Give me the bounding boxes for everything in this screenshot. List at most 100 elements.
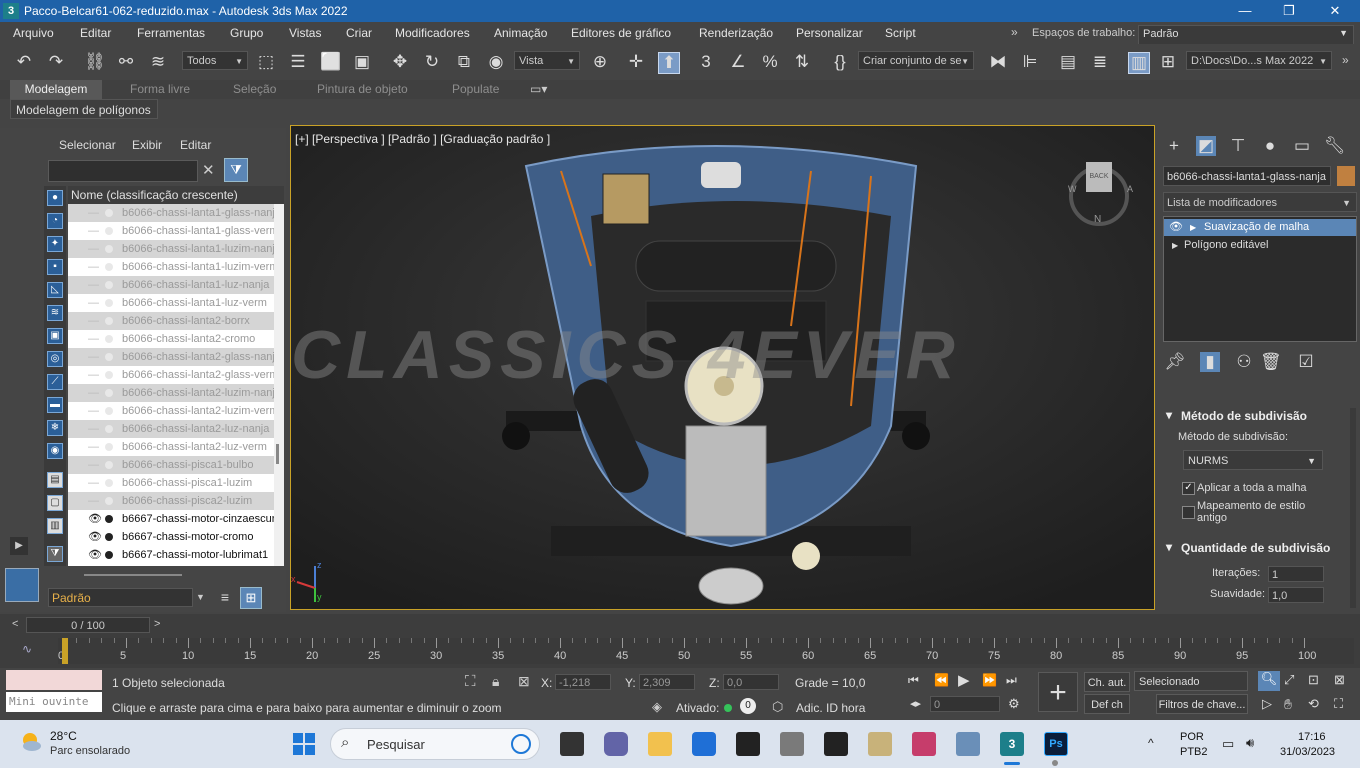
se-object-row[interactable]: — b6066-chassi-pisca1-bulbo [68, 456, 276, 474]
eye-icon[interactable]: 👁︎ [88, 528, 102, 546]
renderable-dot-icon[interactable] [105, 389, 113, 397]
goto-end-icon[interactable]: ⏭ [1006, 673, 1017, 688]
eye-hidden-icon[interactable]: — [88, 402, 102, 420]
pivot-center-icon[interactable]: ⊕ [590, 52, 610, 72]
eye-hidden-icon[interactable]: — [88, 312, 102, 330]
select-object-icon[interactable]: ⬚ [256, 52, 276, 72]
orbit-icon[interactable]: ⟲ [1308, 696, 1319, 712]
current-frame-marker[interactable] [62, 638, 68, 664]
tab-forma-livre[interactable]: Forma livre [130, 82, 190, 96]
renderable-dot-icon[interactable] [105, 497, 113, 505]
device-icon[interactable]: ▭ [1222, 736, 1234, 752]
photoshop-icon[interactable]: Ps [1044, 732, 1068, 756]
expand-arrow-icon[interactable]: ▶ [1190, 219, 1196, 236]
show-end-result-icon[interactable]: ▮ [1200, 352, 1220, 372]
set-key-button[interactable]: Def ch [1084, 694, 1130, 714]
apply-whole-mesh-checkbox[interactable]: ✓ [1182, 482, 1195, 495]
terminal-icon[interactable] [824, 732, 848, 756]
menu-script[interactable]: Script [885, 26, 916, 40]
se-object-row[interactable]: — b6066-chassi-lanta1-glass-verm [68, 222, 276, 240]
fov-icon[interactable]: ▷ [1262, 696, 1272, 712]
language-code[interactable]: POR [1180, 731, 1204, 743]
clear-search-icon[interactable]: ✕ [202, 161, 215, 179]
renderable-dot-icon[interactable] [105, 425, 113, 433]
se-object-row[interactable]: — b6066-chassi-lanta2-luzim-verm [68, 402, 276, 420]
hierarchy-icon[interactable]: ⊞ [240, 587, 262, 609]
se-object-row[interactable]: — b6066-chassi-lanta1-luzim-verm [68, 258, 276, 276]
x-coordinate-field[interactable]: -1,218 [555, 674, 611, 690]
motion-tab-icon[interactable]: ● [1260, 136, 1280, 156]
rollout-subdivision-method[interactable]: Método de subdivisão [1181, 409, 1307, 423]
pin-stack-icon[interactable]: 📌︎ [1164, 352, 1186, 372]
eye-hidden-icon[interactable]: — [88, 366, 102, 384]
key-mode-toggle-icon[interactable]: ◂▸ [910, 697, 921, 710]
shapes-filter-icon[interactable]: ◔ [47, 213, 63, 229]
tab-selecao[interactable]: Seleção [233, 82, 276, 96]
taskbar-search-box[interactable]: ⌕ Pesquisar [330, 728, 540, 760]
create-tab-icon[interactable]: + [1164, 136, 1184, 156]
tab-populate[interactable]: Populate [452, 82, 499, 96]
stack-item-turbosmooth[interactable]: 👁︎ ▶ Suavização de malha [1164, 219, 1356, 236]
clock-date[interactable]: 31/03/2023 [1280, 746, 1335, 758]
rotate-icon[interactable]: ↻ [422, 52, 442, 72]
menu-vistas[interactable]: Vistas [289, 26, 321, 40]
renderable-dot-icon[interactable] [105, 299, 113, 307]
make-unique-icon[interactable]: ⚇ [1234, 352, 1254, 372]
ribbon-panel-label[interactable]: Modelagem de polígonos [10, 99, 158, 119]
menu-arquivo[interactable]: Arquivo [13, 26, 54, 40]
eye-hidden-icon[interactable]: — [88, 474, 102, 492]
scale-icon[interactable]: ⧉ [454, 52, 474, 72]
time-slider[interactable]: 0 / 100 [26, 617, 150, 633]
partly-sunny-icon[interactable] [18, 730, 42, 754]
z-coordinate-field[interactable]: 0,0 [723, 674, 779, 690]
lights-filter-icon[interactable]: ✦ [47, 236, 63, 252]
maximize-button[interactable]: ❐ [1266, 0, 1312, 22]
renderable-dot-icon[interactable] [105, 317, 113, 325]
store-icon[interactable] [692, 732, 716, 756]
se-search-input[interactable] [48, 160, 198, 182]
se-scroll-thumb[interactable] [276, 444, 279, 464]
containers-filter-icon[interactable]: ▬ [47, 397, 63, 413]
menu-animacao[interactable]: Animação [494, 26, 547, 40]
keyboard-layout[interactable]: PTB2 [1180, 746, 1208, 758]
weather-desc[interactable]: Parc ensolarado [50, 745, 130, 757]
adaptive-degradation-icon[interactable]: ◈ [652, 699, 662, 715]
display-all-icon[interactable]: ▤ [47, 472, 63, 488]
se-object-row[interactable]: — b6066-chassi-lanta1-luz-nanja [68, 276, 276, 294]
utilities-tab-icon[interactable]: 🔧︎ [1324, 136, 1346, 156]
smoothness-spinner[interactable]: 1,0 [1268, 587, 1324, 603]
helpers-filter-icon[interactable]: ◺ [47, 282, 63, 298]
layer-explorer-icon[interactable]: ≣ [1090, 52, 1110, 72]
layers-icon[interactable]: ≡ [216, 589, 234, 607]
isolate-selection-icon[interactable]: ⛶ [465, 673, 476, 690]
menu-editar[interactable]: Editar [80, 26, 111, 40]
undo-icon[interactable]: ↶ [14, 52, 34, 72]
zoom-icon[interactable]: 🔍︎ [1258, 671, 1280, 691]
curve-editor-icon[interactable]: ∿ [22, 642, 32, 656]
prev-key-icon[interactable]: ⏪ [934, 673, 949, 687]
align-icon[interactable]: ⊫ [1020, 52, 1040, 72]
se-menu-exibir[interactable]: Exibir [132, 138, 162, 152]
display-tab-icon[interactable]: ▭ [1292, 136, 1312, 156]
perspective-viewport[interactable]: [+] [Perspectiva ] [Padrão ] [Graduação … [290, 125, 1155, 610]
se-object-row[interactable]: — b6066-chassi-lanta2-luzim-nanja [68, 384, 276, 402]
auto-key-button[interactable]: Ch. aut. [1084, 672, 1130, 692]
renderable-dot-icon[interactable] [105, 371, 113, 379]
eye-hidden-icon[interactable]: — [88, 420, 102, 438]
select-by-name-icon[interactable]: ☰ [288, 52, 308, 72]
old-style-mapping-checkbox[interactable] [1182, 506, 1195, 519]
toggle-ribbon-icon[interactable]: ▥ [1128, 52, 1150, 74]
sticky-notes-icon[interactable] [736, 732, 760, 756]
time-tag-icon[interactable]: ⬡ [772, 699, 783, 715]
lock-icon[interactable]: 🔒︎ [492, 673, 499, 690]
eye-hidden-icon[interactable]: — [88, 240, 102, 258]
eye-hidden-icon[interactable]: — [88, 258, 102, 276]
se-object-row[interactable]: — b6066-chassi-lanta2-glass-verm [68, 366, 276, 384]
tray-chevron-icon[interactable]: ^ [1148, 736, 1154, 750]
set-key-big-icon[interactable]: + [1038, 672, 1078, 712]
eye-hidden-icon[interactable]: — [88, 492, 102, 510]
spacewarps-filter-icon[interactable]: ≋ [47, 305, 63, 321]
time-config-icon[interactable]: ⚙ [1008, 696, 1020, 712]
bind-spacewarp-icon[interactable]: ≋ [148, 52, 168, 72]
frozen-filter-icon[interactable]: ❄ [47, 420, 63, 436]
